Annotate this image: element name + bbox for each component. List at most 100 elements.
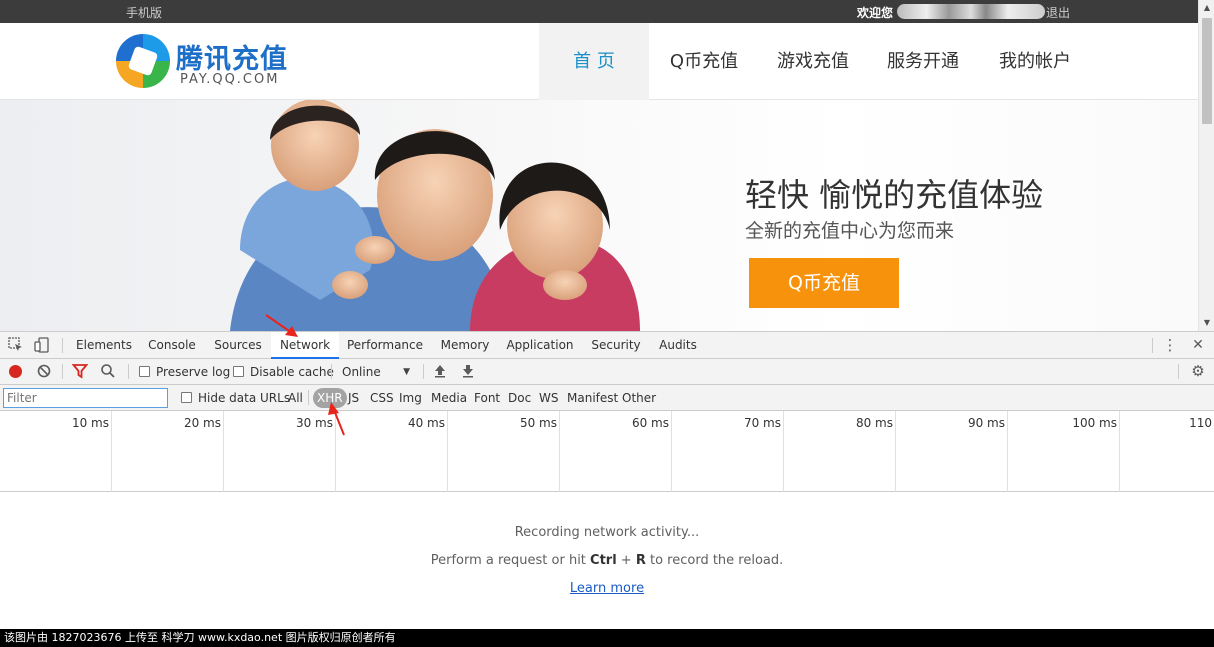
logo-title[interactable]: 腾讯充值 <box>176 37 288 76</box>
filter-type-font[interactable]: Font <box>474 391 500 405</box>
timeline-gridline <box>447 411 448 492</box>
record-hint: Perform a request or hit Ctrl + R to rec… <box>0 553 1214 568</box>
network-overview-timeline[interactable]: 10 ms 20 ms 30 ms 40 ms 50 ms 60 ms 70 m… <box>0 411 1214 492</box>
toolbar-divider <box>62 364 63 379</box>
tab-security[interactable]: Security <box>586 332 646 359</box>
record-hint-suffix: to record the reload. <box>645 553 784 568</box>
toolbar-divider <box>1178 364 1179 379</box>
filter-type-js[interactable]: JS <box>348 391 359 405</box>
upload-watermark: 该图片由 1827023676 上传至 科学刀 www.kxdao.net 图片… <box>0 629 1214 647</box>
nav-my-account[interactable]: 我的帐户 <box>979 23 1091 100</box>
timeline-tick-label: 80 ms <box>855 416 893 430</box>
toolbar-divider <box>423 364 424 379</box>
record-icon[interactable] <box>9 365 22 378</box>
clear-icon[interactable] <box>36 363 52 379</box>
filter-type-img[interactable]: Img <box>399 391 422 405</box>
nav-home[interactable]: 首 页 <box>539 23 649 100</box>
plus-sign: + <box>616 553 636 568</box>
hero-banner: 轻快 愉悦的充值体验 全新的充值中心为您而来 Q币充值 <box>0 100 1198 331</box>
toolbar-divider <box>128 364 129 379</box>
filter-type-ws[interactable]: WS <box>539 391 558 405</box>
scroll-thumb[interactable] <box>1202 18 1212 124</box>
hide-data-urls-checkbox[interactable] <box>181 392 192 403</box>
banner-slogan: 轻快 愉悦的充值体验 <box>745 176 1044 214</box>
recording-status: Recording network activity... <box>514 525 700 540</box>
mobile-version-link[interactable]: 手机版 <box>126 4 162 21</box>
timeline-tick-label: 100 ms <box>1072 416 1117 430</box>
throttling-value: Online <box>342 365 381 379</box>
filter-type-all[interactable]: All <box>288 391 303 405</box>
nav-qcoin-recharge[interactable]: Q币充值 <box>649 23 759 100</box>
nav-game-recharge[interactable]: 游戏充值 <box>759 23 867 100</box>
filter-type-xhr[interactable]: XHR <box>313 388 347 408</box>
tab-network[interactable]: Network <box>271 332 339 359</box>
filter-funnel-icon[interactable] <box>71 363 89 379</box>
tab-audits[interactable]: Audits <box>652 332 704 359</box>
learn-more-link[interactable]: Learn more <box>570 581 644 596</box>
filter-type-doc[interactable]: Doc <box>508 391 531 405</box>
timeline-tick-label: 70 ms <box>743 416 781 430</box>
tab-application[interactable]: Application <box>502 332 578 359</box>
record-hint-prefix: Perform a request or hit <box>430 553 591 568</box>
toolbar-divider <box>308 390 309 405</box>
timeline-gridline <box>783 411 784 492</box>
tab-memory[interactable]: Memory <box>433 332 497 359</box>
timeline-tick-label: 40 ms <box>407 416 445 430</box>
tab-performance[interactable]: Performance <box>343 332 427 359</box>
tab-elements[interactable]: Elements <box>72 332 136 359</box>
device-toolbar-icon[interactable] <box>34 337 50 353</box>
network-filter-bar: Hide data URLs All XHR JS CSS Img Media … <box>0 385 1214 411</box>
tab-sources[interactable]: Sources <box>208 332 268 359</box>
family-photo <box>230 100 640 331</box>
disable-cache-checkbox[interactable] <box>233 366 244 377</box>
tenpay-logo-icon[interactable] <box>116 34 170 88</box>
close-devtools-icon[interactable]: ✕ <box>1190 337 1206 353</box>
export-har-icon[interactable] <box>460 363 476 379</box>
logo-domain: PAY.QQ.COM <box>180 72 280 87</box>
timeline-gridline <box>335 411 336 492</box>
timeline-gridline <box>671 411 672 492</box>
ctrl-key: Ctrl <box>590 553 617 568</box>
timeline-tick-label: 50 ms <box>519 416 557 430</box>
scroll-up-arrow-icon[interactable]: ▲ <box>1202 2 1212 14</box>
banner-subslogan: 全新的充值中心为您而来 <box>745 220 955 242</box>
filter-input[interactable] <box>3 388 168 408</box>
timeline-gridline <box>1007 411 1008 492</box>
filter-type-manifest[interactable]: Manifest <box>567 391 618 405</box>
toolbar-divider <box>331 364 332 379</box>
toolbar-divider <box>1152 338 1153 353</box>
toolbar-divider <box>62 338 63 353</box>
more-options-icon[interactable]: ⋮ <box>1162 337 1178 353</box>
network-toolbar: Preserve log Disable cache Online ▼ ⚙ <box>0 359 1214 385</box>
import-har-icon[interactable] <box>432 363 448 379</box>
timeline-gridline <box>1119 411 1120 492</box>
learn-more-row: Learn more <box>0 581 1214 596</box>
search-icon[interactable] <box>100 363 116 379</box>
scroll-down-arrow-icon[interactable]: ▼ <box>1202 317 1212 329</box>
timeline-tick-label: 90 ms <box>967 416 1005 430</box>
filter-type-media[interactable]: Media <box>431 391 467 405</box>
timeline-tick-label: 10 ms <box>71 416 109 430</box>
timeline-tick-label: 110 <box>1189 416 1212 430</box>
throttling-select[interactable]: Online ▼ <box>336 363 416 381</box>
settings-gear-icon[interactable]: ⚙ <box>1190 363 1206 379</box>
r-key: R <box>635 553 646 568</box>
logout-link[interactable]: 退出 <box>1046 4 1070 21</box>
timeline-gridline <box>895 411 896 492</box>
timeline-gridline <box>559 411 560 492</box>
disable-cache-label: Disable cache <box>250 365 334 379</box>
welcome-text: 欢迎您 <box>857 6 894 20</box>
timeline-tick-label: 30 ms <box>295 416 333 430</box>
preserve-log-checkbox[interactable] <box>139 366 150 377</box>
nav-service-activation[interactable]: 服务开通 <box>867 23 979 100</box>
tab-console[interactable]: Console <box>140 332 204 359</box>
timeline-gridline <box>223 411 224 492</box>
filter-type-css[interactable]: CSS <box>370 391 394 405</box>
inspect-element-icon[interactable] <box>8 337 24 353</box>
top-bar: 手机版 欢迎您 退出 <box>0 0 1198 23</box>
qcoin-recharge-button[interactable]: Q币充值 <box>749 258 899 308</box>
devtools-tab-bar: Elements Console Sources Network Perform… <box>0 332 1214 359</box>
filter-type-other[interactable]: Other <box>622 391 656 405</box>
page-scrollbar[interactable]: ▲ ▼ <box>1198 0 1214 331</box>
chevron-down-icon: ▼ <box>403 367 410 377</box>
